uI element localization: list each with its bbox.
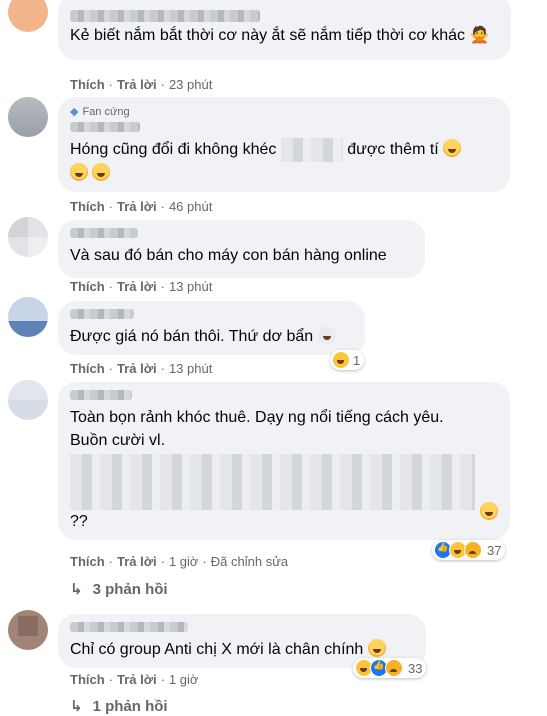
- reply-button[interactable]: Trả lời: [117, 199, 157, 214]
- author-name[interactable]: [70, 309, 134, 319]
- view-replies-link[interactable]: ↳ 3 phản hồi: [70, 580, 168, 599]
- reaction-summary[interactable]: 37: [432, 540, 506, 560]
- avatar[interactable]: [8, 217, 48, 257]
- blurred-text: [70, 454, 475, 510]
- comment-text: Và sau đó bán cho máy con bán hàng onlin…: [70, 247, 387, 264]
- comment-bubble: Kẻ biết nắm bắt thời cơ này ắt sẽ nắm ti…: [58, 0, 511, 60]
- author-name[interactable]: [70, 622, 188, 632]
- reply-button[interactable]: Trả lời: [117, 77, 157, 92]
- laugh-cry-emoji-icon: [443, 139, 462, 158]
- comment-bubble: Toàn bọn rảnh khóc thuê. Dạy ng nổi tiến…: [58, 382, 510, 540]
- reply-arrow-icon: ↳: [70, 581, 83, 598]
- avatar[interactable]: [8, 380, 48, 420]
- comment-bubble: Được giá nó bán thôi. Thứ dơ bẩn: [58, 301, 365, 355]
- reaction-summary[interactable]: 33: [353, 658, 427, 678]
- like-button[interactable]: Thích: [70, 361, 105, 376]
- comment-actions: Thích · Trả lời · 1 giờ · Đã chỉnh sửa: [70, 554, 289, 569]
- fan-badge: ◆ Fan cứng: [70, 105, 130, 119]
- comment-bubble: Và sau đó bán cho máy con bán hàng onlin…: [58, 220, 425, 278]
- reaction-count: 1: [353, 352, 361, 368]
- comment-line: Buồn cười vl.: [70, 432, 166, 449]
- reply-button[interactable]: Trả lời: [117, 554, 157, 569]
- like-button[interactable]: Thích: [70, 77, 105, 92]
- comment-line: Toàn bọn rảnh khóc thuê. Dạy ng nổi tiến…: [70, 409, 444, 426]
- avatar[interactable]: [8, 297, 48, 337]
- comment-text: Được giá nó bán thôi. Thứ dơ bẩn: [70, 325, 353, 348]
- reply-button[interactable]: Trả lời: [117, 672, 157, 687]
- author-name[interactable]: [70, 390, 132, 400]
- avatar[interactable]: [8, 0, 48, 32]
- author-name[interactable]: [70, 122, 140, 132]
- author-name[interactable]: [70, 228, 138, 238]
- emoji-line: [70, 162, 498, 185]
- author-name[interactable]: [70, 10, 260, 22]
- comment-actions: Thích · Trả lời · 13 phút: [70, 361, 213, 376]
- smile-emoji-icon: [480, 502, 498, 520]
- avatar[interactable]: [8, 97, 48, 137]
- laugh-cry-emoji-icon: [92, 163, 111, 181]
- comment-actions: Thích · Trả lời · 23 phút: [70, 77, 213, 92]
- comment-text: Kẻ biết nắm bắt thời cơ này ắt sẽ nắm ti…: [70, 27, 490, 44]
- reply-arrow-icon: ↳: [70, 698, 83, 715]
- reply-button[interactable]: Trả lời: [117, 279, 157, 294]
- timestamp[interactable]: 1 giờ: [169, 554, 199, 569]
- timestamp[interactable]: 23 phút: [169, 77, 212, 92]
- comment-text: Hóng cũng đổi đi không khéc được thêm tí: [70, 138, 498, 162]
- comment-actions: Thích · Trả lời · 46 phút: [70, 199, 213, 214]
- avatar[interactable]: [8, 610, 48, 650]
- edited-label: Đã chỉnh sửa: [210, 554, 289, 569]
- blurred-emoji-icon: [317, 326, 336, 344]
- like-button[interactable]: Thích: [70, 199, 105, 214]
- comment-line: ??: [70, 513, 88, 530]
- timestamp[interactable]: 46 phút: [169, 199, 212, 214]
- diamond-icon: ◆: [70, 106, 79, 118]
- timestamp[interactable]: 13 phút: [169, 361, 212, 376]
- comment-bubble: ◆ Fan cứng Hóng cũng đổi đi không khéc đ…: [58, 97, 510, 192]
- laugh-cry-emoji-icon: [70, 163, 88, 181]
- reaction-count: 37: [487, 542, 502, 558]
- sad-reaction-icon: [464, 541, 482, 559]
- view-replies-link[interactable]: ↳ 1 phản hồi: [70, 697, 168, 716]
- reply-button[interactable]: Trả lời: [117, 361, 157, 376]
- comment-actions: Thích · Trả lời · 13 phút: [70, 279, 213, 294]
- reaction-count: 33: [408, 660, 423, 676]
- like-button[interactable]: Thích: [70, 279, 105, 294]
- like-button[interactable]: Thích: [70, 672, 105, 687]
- sad-reaction-icon: [385, 659, 403, 677]
- comment-actions: Thích · Trả lời · 1 giờ: [70, 672, 199, 687]
- blurred-text: [280, 138, 343, 162]
- timestamp[interactable]: 13 phút: [169, 279, 212, 294]
- rofl-emoji-icon: [367, 639, 386, 657]
- like-button[interactable]: Thích: [70, 554, 105, 569]
- timestamp[interactable]: 1 giờ: [169, 672, 199, 687]
- reaction-summary[interactable]: 1: [330, 350, 365, 370]
- haha-reaction-icon: [332, 351, 350, 369]
